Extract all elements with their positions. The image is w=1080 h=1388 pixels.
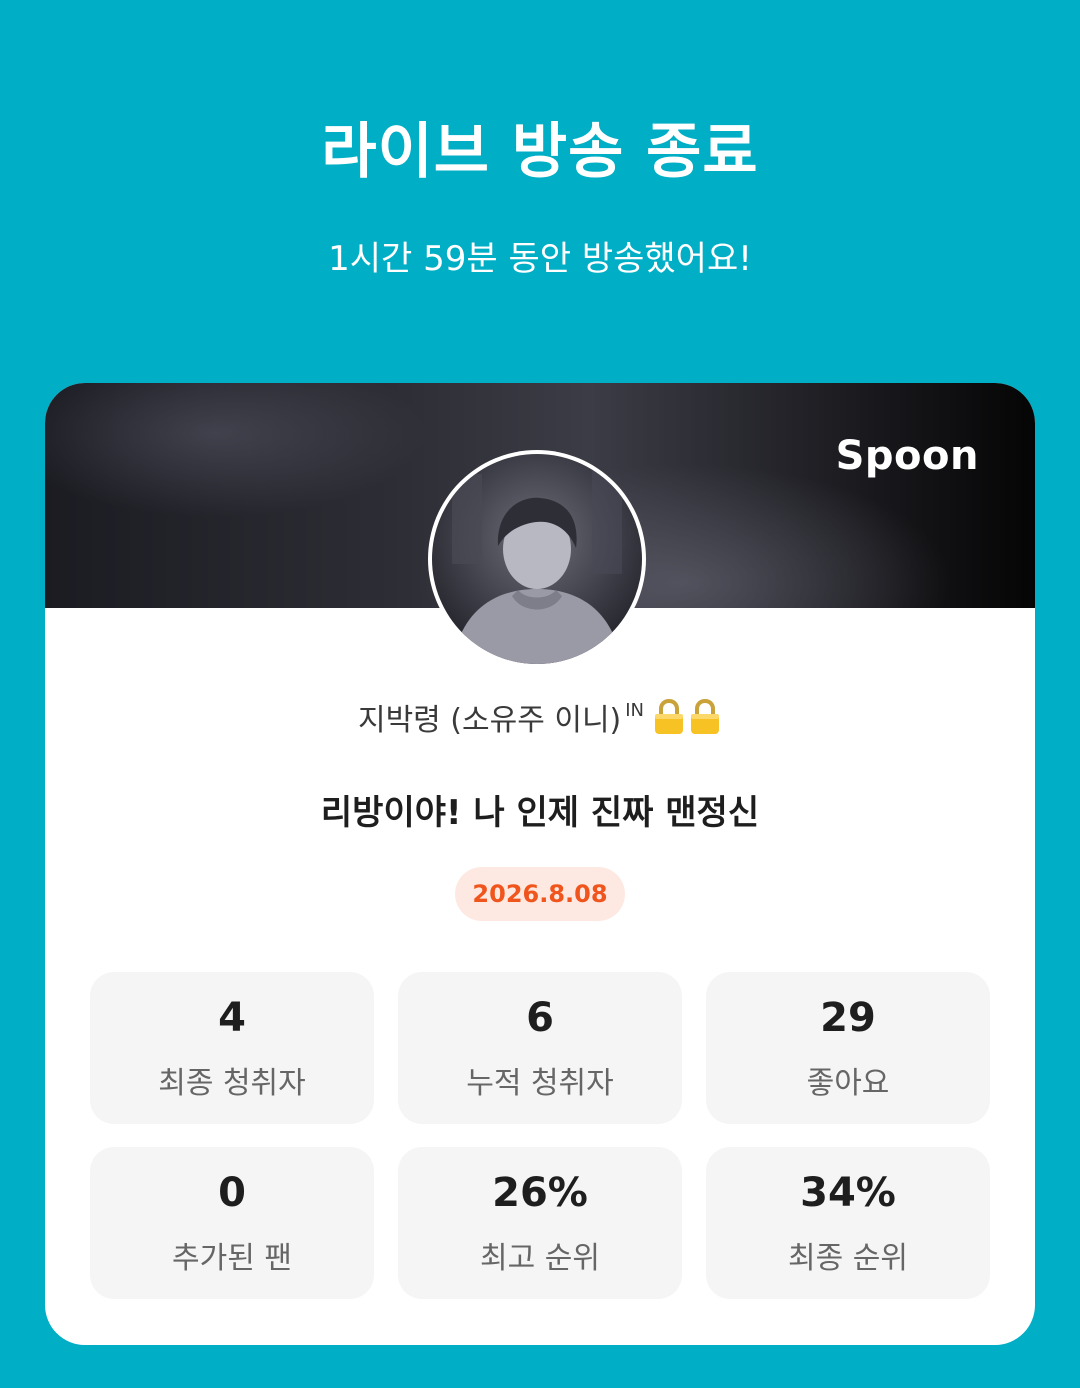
nickname-text: 지박령 (소유주 이니) bbox=[357, 703, 622, 738]
stat-label: 최종 순위 bbox=[788, 1241, 908, 1276]
stat-value: 29 bbox=[820, 995, 876, 1041]
broadcast-duration-text: 1시간 59분 동안 방송했어요! bbox=[328, 239, 752, 279]
stat-value: 26% bbox=[492, 1170, 588, 1216]
stat-final-rank: 34% 최종 순위 bbox=[706, 1147, 990, 1299]
nickname-badge: IN bbox=[625, 700, 645, 721]
stat-total-listeners: 6 누적 청취자 bbox=[398, 972, 682, 1124]
lock-icon bbox=[688, 698, 722, 750]
stat-value: 6 bbox=[526, 995, 554, 1041]
stat-final-listeners: 4 최종 청취자 bbox=[90, 972, 374, 1124]
stat-value: 0 bbox=[218, 1170, 246, 1216]
profile-photo bbox=[432, 454, 642, 664]
stat-label: 좋아요 bbox=[806, 1066, 890, 1101]
broadcast-title: 리방이야! 나 인제 진짜 맨정신 bbox=[320, 793, 760, 833]
stat-likes: 29 좋아요 bbox=[706, 972, 990, 1124]
dj-nickname: 지박령 (소유주 이니) IN bbox=[45, 688, 1035, 750]
broadcast-summary-card: Spoon 지박령 (소유주 이니) IN 리방이야! 나 인제 진짜 맨정신 2… bbox=[45, 383, 1035, 1345]
avatar[interactable] bbox=[428, 450, 646, 668]
stat-value: 34% bbox=[800, 1170, 896, 1216]
page-title: 라이브 방송 종료 bbox=[321, 117, 759, 187]
stat-label: 누적 청취자 bbox=[466, 1066, 614, 1101]
stat-label: 추가된 팬 bbox=[172, 1241, 292, 1276]
stat-value: 4 bbox=[218, 995, 246, 1041]
stat-best-rank: 26% 최고 순위 bbox=[398, 1147, 682, 1299]
stat-label: 최고 순위 bbox=[480, 1241, 600, 1276]
lock-icon bbox=[652, 698, 686, 750]
stat-new-fans: 0 추가된 팬 bbox=[90, 1147, 374, 1299]
spoon-logo: Spoon bbox=[835, 433, 979, 479]
date-badge: 2026.8.08 bbox=[455, 867, 625, 921]
stat-label: 최종 청취자 bbox=[158, 1066, 306, 1101]
